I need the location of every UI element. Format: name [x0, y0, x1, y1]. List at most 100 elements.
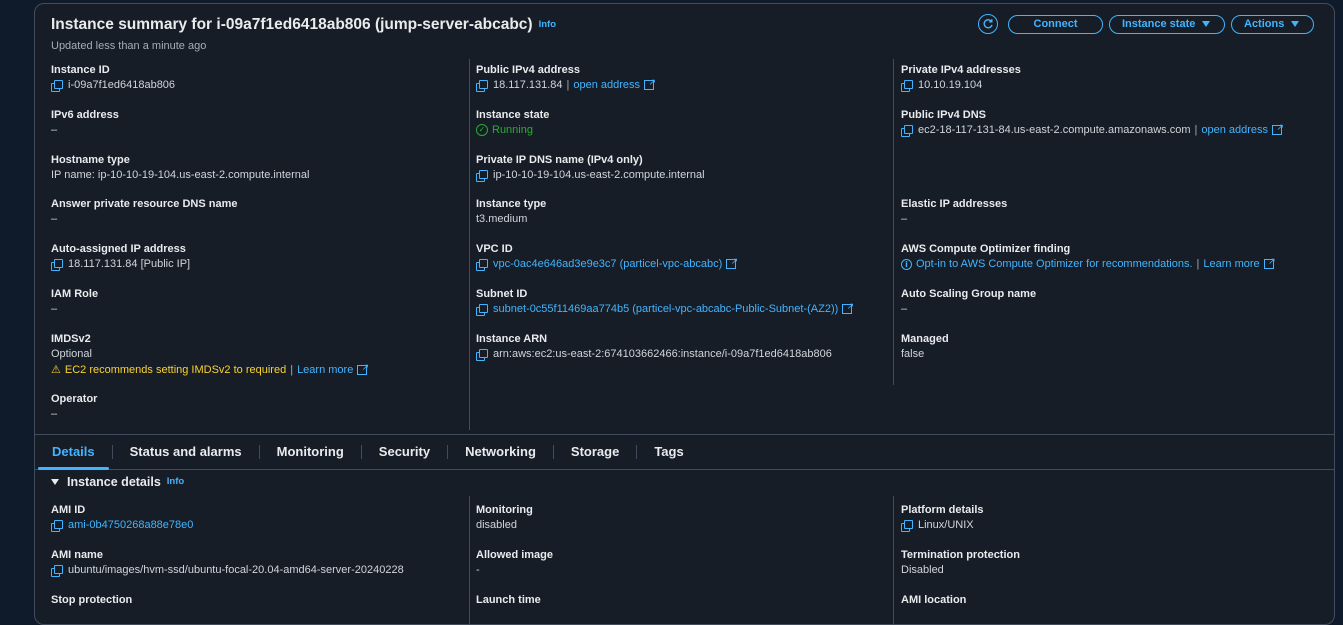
value-public-ipv4: 18.117.131.84 | open address: [476, 75, 656, 93]
header-actions: Connect Instance state Actions: [978, 14, 1314, 34]
label-instance-state: Instance state: [476, 109, 550, 121]
field-allowed-image: Allowed image -: [476, 548, 553, 578]
vpc-link[interactable]: vpc-0ac4e646ad3e9e3c7 (particel-vpc-abca…: [493, 256, 722, 272]
tab-security[interactable]: Security: [362, 445, 449, 459]
label-iam-role: IAM Role: [51, 288, 99, 300]
field-ipv6: IPv6 address –: [51, 108, 119, 138]
copy-icon[interactable]: [51, 519, 63, 532]
tab-networking[interactable]: Networking: [448, 445, 554, 459]
copy-icon[interactable]: [901, 519, 913, 532]
external-link-icon: [842, 299, 854, 315]
external-link-icon: [726, 254, 738, 270]
value-private-ipv4: 10.10.19.104: [901, 77, 1021, 93]
label-answer-dns: Answer private resource DNS name: [51, 198, 238, 210]
external-link-icon: [644, 75, 656, 91]
copy-icon[interactable]: [476, 348, 488, 361]
field-instance-type: Instance type t3.medium: [476, 197, 546, 227]
copy-icon[interactable]: [51, 79, 63, 92]
summary-grid: Instance ID i-09a7f1ed6418ab806 IPv6 add…: [35, 59, 1334, 431]
field-auto-ip: Auto-assigned IP address 18.117.131.84 […: [51, 242, 190, 272]
label-private-dns: Private IP DNS name (IPv4 only): [476, 154, 643, 166]
label-instance-arn: Instance ARN: [476, 333, 548, 345]
value-optimizer: i Opt-in to AWS Compute Optimizer for rec…: [901, 254, 1276, 272]
label-instance-type: Instance type: [476, 198, 547, 210]
open-address-link[interactable]: open address: [1201, 122, 1268, 138]
value-public-dns: ec2-18-117-131-84.us-east-2.compute.amaz…: [901, 120, 1284, 138]
copy-icon[interactable]: [51, 258, 63, 271]
updated-text: Updated less than a minute ago: [51, 40, 207, 52]
instance-details-toggle[interactable]: Instance details Info: [51, 475, 184, 489]
field-instance-state: Instance state ✓ Running: [476, 108, 549, 138]
learn-more-link[interactable]: Learn more: [297, 362, 353, 378]
copy-icon[interactable]: [476, 169, 488, 182]
info-link[interactable]: Info: [539, 19, 556, 30]
label-instance-id: Instance ID: [51, 64, 110, 76]
value-ami-name: ubuntu/images/hvm-ssd/ubuntu-focal-20.04…: [51, 562, 404, 578]
ami-id-link[interactable]: ami-0b4750268a88e78e0: [68, 517, 193, 533]
value-termination: Disabled: [901, 564, 944, 576]
refresh-button[interactable]: [978, 14, 998, 34]
copy-icon[interactable]: [476, 79, 488, 92]
label-managed: Managed: [901, 333, 949, 345]
tab-details[interactable]: Details: [35, 445, 113, 470]
actions-button[interactable]: Actions: [1231, 14, 1314, 34]
instance-summary-panel: Instance summary for i-09a7f1ed6418ab806…: [34, 3, 1335, 625]
external-link-icon: [1263, 254, 1276, 270]
label-asg: Auto Scaling Group name: [901, 288, 1037, 300]
tab-storage[interactable]: Storage: [554, 445, 638, 459]
value-instance-type: t3.medium: [476, 213, 528, 225]
field-elastic-ip: Elastic IP addresses –: [901, 197, 1007, 227]
copy-icon[interactable]: [901, 124, 913, 137]
caret-down-icon: [1202, 21, 1211, 27]
tab-status-and-alarms[interactable]: Status and alarms: [113, 445, 260, 459]
value-instance-arn: arn:aws:ec2:us-east-2:674103662466:insta…: [476, 346, 832, 362]
field-vpc-id: VPC ID vpc-0ac4e646ad3e9e3c7 (particel-v…: [476, 242, 738, 272]
instance-state-button[interactable]: Instance state: [1109, 14, 1225, 34]
open-address-link[interactable]: open address: [573, 77, 640, 93]
label-subnet-id: Subnet ID: [476, 288, 528, 300]
tab-monitoring[interactable]: Monitoring: [260, 445, 362, 459]
column-divider: [893, 59, 894, 385]
tab-tags[interactable]: Tags: [637, 445, 700, 459]
value-instance-id: i-09a7f1ed6418ab806: [51, 77, 175, 93]
copy-icon[interactable]: [51, 564, 63, 577]
field-operator: Operator –: [51, 392, 97, 422]
field-public-ipv4: Public IPv4 address 18.117.131.84 | open a…: [476, 63, 656, 93]
status-badge: ✓ Running: [476, 122, 549, 138]
label-imdsv2: IMDSv2: [51, 333, 91, 345]
value-operator: –: [51, 408, 58, 420]
copy-icon[interactable]: [476, 258, 488, 271]
field-public-dns: Public IPv4 DNS ec2-18-117-131-84.us-eas…: [901, 108, 1284, 138]
label-stop-protection: Stop protection: [51, 594, 133, 606]
caret-down-icon: [1291, 21, 1300, 27]
value-asg: –: [901, 303, 908, 315]
value-monitoring: disabled: [476, 519, 517, 531]
value-elastic-ip: –: [901, 213, 908, 225]
optimizer-link[interactable]: Opt-in to AWS Compute Optimizer for reco…: [916, 256, 1193, 272]
subnet-link[interactable]: subnet-0c55f11469aa774b5 (particel-vpc-a…: [493, 301, 838, 317]
value-hostname-type: IP name: ip-10-10-19-104.us-east-2.compu…: [51, 169, 310, 181]
field-imdsv2: IMDSv2 Optional ⚠ EC2 recommends setting …: [51, 332, 369, 378]
copy-icon[interactable]: [476, 303, 488, 316]
field-stop-protection: Stop protection: [51, 593, 132, 607]
external-link-icon: [357, 360, 369, 376]
copy-icon[interactable]: [901, 79, 913, 92]
label-hostname-type: Hostname type: [51, 154, 130, 166]
label-public-dns: Public IPv4 DNS: [901, 109, 986, 121]
caret-down-icon: [51, 479, 59, 485]
label-termination: Termination protection: [901, 549, 1020, 561]
info-link[interactable]: Info: [167, 476, 184, 487]
learn-more-link[interactable]: Learn more: [1203, 256, 1259, 272]
label-allowed-image: Allowed image: [476, 549, 554, 561]
connect-button[interactable]: Connect: [1008, 14, 1103, 34]
field-answer-dns: Answer private resource DNS name –: [51, 197, 237, 227]
label-auto-ip: Auto-assigned IP address: [51, 243, 186, 255]
field-launch-time: Launch time: [476, 593, 541, 607]
external-link-icon: [1272, 120, 1284, 136]
field-optimizer: AWS Compute Optimizer finding i Opt-in to…: [901, 242, 1276, 272]
label-platform: Platform details: [901, 504, 984, 516]
value-managed: false: [901, 348, 925, 360]
field-ami-id: AMI ID ami-0b4750268a88e78e0: [51, 503, 193, 533]
field-termination: Termination protection Disabled: [901, 548, 1020, 578]
field-instance-arn: Instance ARN arn:aws:ec2:us-east-2:67410…: [476, 332, 832, 362]
